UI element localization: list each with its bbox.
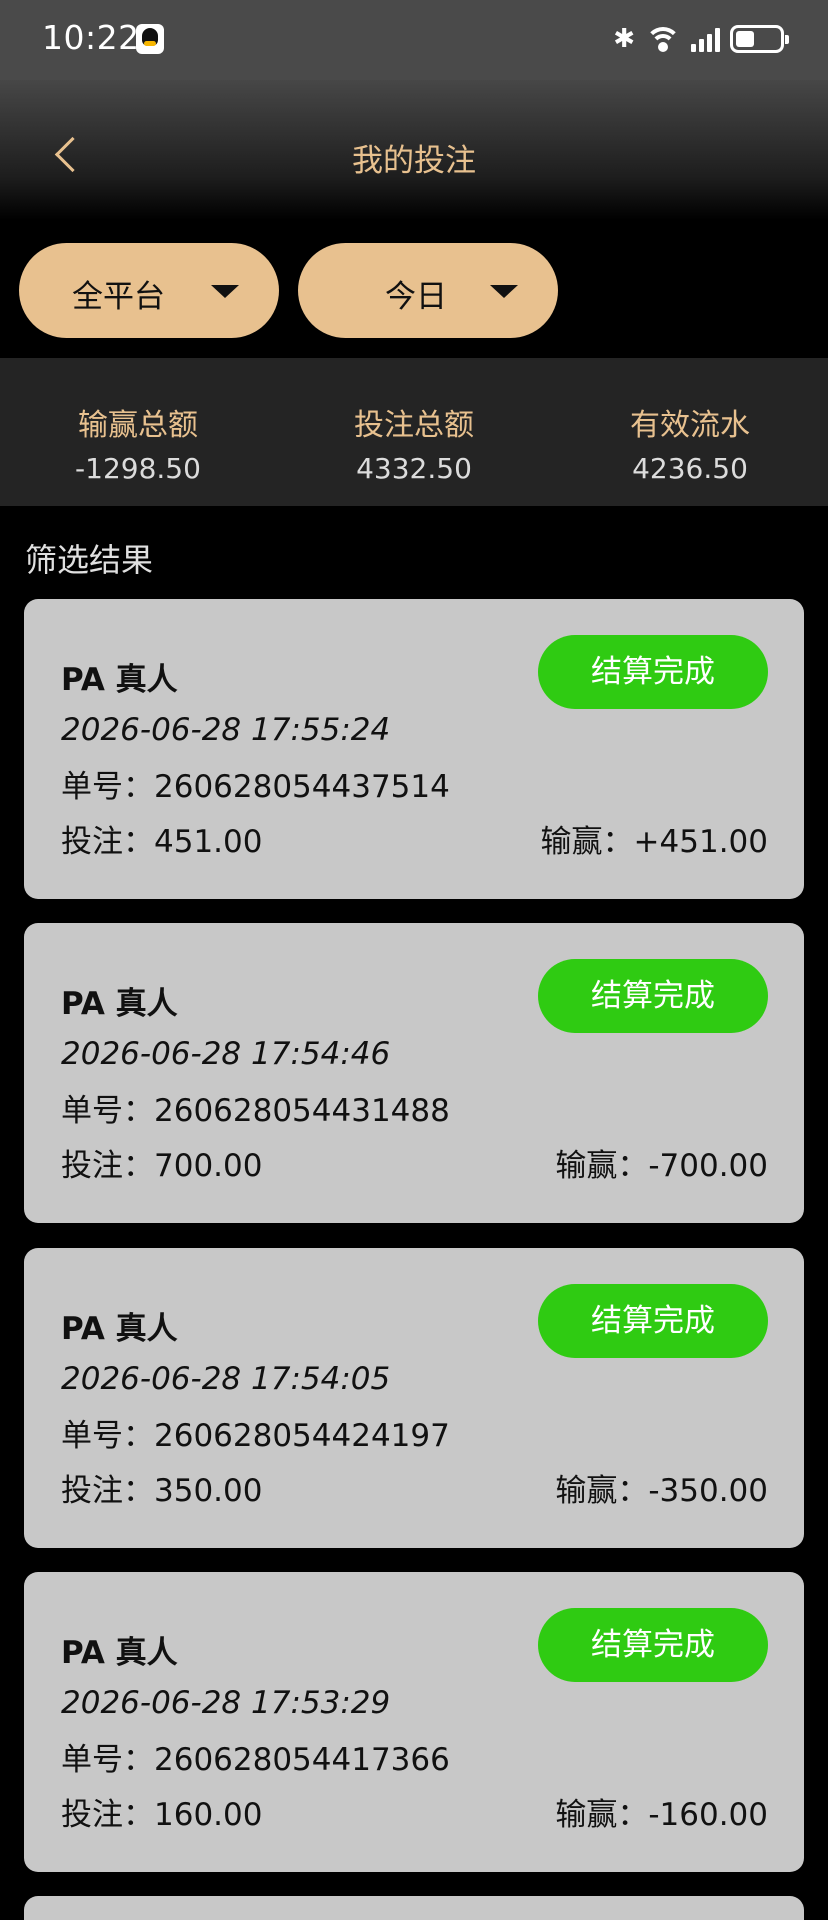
summary-panel: 输赢总额 -1298.50 投注总额 4332.50 有效流水 4236.50	[0, 358, 828, 506]
record-platform: PA 真人	[61, 1311, 178, 1347]
status-bar: 10:22 ✱	[0, 0, 828, 80]
record-bet-amount: 投注：700.00	[61, 1148, 263, 1184]
record-status-badge: 结算完成	[538, 959, 768, 1033]
section-title: 筛选结果	[25, 541, 154, 579]
record-time: 2026-06-28 17:53:29	[61, 1685, 391, 1721]
platform-filter-dropdown[interactable]: 全平台	[19, 243, 279, 338]
summary-value: -1298.50	[75, 452, 201, 485]
chevron-down-icon	[211, 285, 239, 298]
page-title: 我的投注	[352, 143, 476, 179]
signal-icon	[691, 26, 720, 52]
wifi-icon	[645, 25, 681, 53]
battery-icon	[730, 25, 789, 53]
record-order-number: 单号：260628054431488	[61, 1093, 450, 1129]
record-win-loss: 输赢：-700.00	[555, 1148, 768, 1184]
summary-bet-total: 投注总额 4332.50	[276, 400, 552, 485]
summary-label: 有效流水	[630, 408, 750, 443]
summary-valid-turnover: 有效流水 4236.50	[552, 400, 828, 485]
record-time: 2026-06-28 17:55:24	[61, 712, 391, 748]
bet-record-card[interactable]: PA 真人 结算完成 2026-06-28 17:53:29 单号：260628…	[24, 1572, 804, 1872]
chevron-down-icon	[490, 285, 518, 298]
summary-win-loss: 输赢总额 -1298.50	[0, 400, 276, 485]
qq-notification-icon	[136, 24, 164, 54]
record-order-number: 单号：260628054424197	[61, 1418, 450, 1454]
period-filter-label: 今日	[385, 279, 447, 315]
bet-record-card-partial[interactable]	[24, 1896, 804, 1920]
record-platform: PA 真人	[61, 1635, 178, 1671]
record-bet-amount: 投注：160.00	[61, 1797, 263, 1833]
record-status-badge: 结算完成	[538, 1608, 768, 1682]
record-time: 2026-06-28 17:54:05	[61, 1361, 391, 1397]
bluetooth-icon: ✱	[613, 24, 635, 54]
record-platform: PA 真人	[61, 986, 178, 1022]
record-time: 2026-06-28 17:54:46	[61, 1036, 391, 1072]
status-icons: ✱	[613, 22, 789, 56]
bet-record-card[interactable]: PA 真人 结算完成 2026-06-28 17:55:24 单号：260628…	[24, 599, 804, 899]
record-order-number: 单号：260628054437514	[61, 769, 450, 805]
bet-record-card[interactable]: PA 真人 结算完成 2026-06-28 17:54:05 单号：260628…	[24, 1248, 804, 1548]
record-win-loss: 输赢：-350.00	[555, 1473, 768, 1509]
record-status-badge: 结算完成	[538, 1284, 768, 1358]
record-win-loss: 输赢：+451.00	[540, 824, 768, 860]
record-order-number: 单号：260628054417366	[61, 1742, 450, 1778]
summary-value: 4236.50	[632, 452, 748, 485]
status-time: 10:22	[42, 18, 140, 57]
record-bet-amount: 投注：451.00	[61, 824, 263, 860]
header: 我的投注	[0, 80, 828, 220]
record-status-badge: 结算完成	[538, 635, 768, 709]
summary-label: 输赢总额	[78, 408, 198, 443]
period-filter-dropdown[interactable]: 今日	[298, 243, 558, 338]
platform-filter-label: 全平台	[72, 279, 165, 315]
record-bet-amount: 投注：350.00	[61, 1473, 263, 1509]
record-platform: PA 真人	[61, 662, 178, 698]
summary-label: 投注总额	[354, 408, 474, 443]
record-win-loss: 输赢：-160.00	[555, 1797, 768, 1833]
summary-value: 4332.50	[356, 452, 472, 485]
bet-record-card[interactable]: PA 真人 结算完成 2026-06-28 17:54:46 单号：260628…	[24, 923, 804, 1223]
